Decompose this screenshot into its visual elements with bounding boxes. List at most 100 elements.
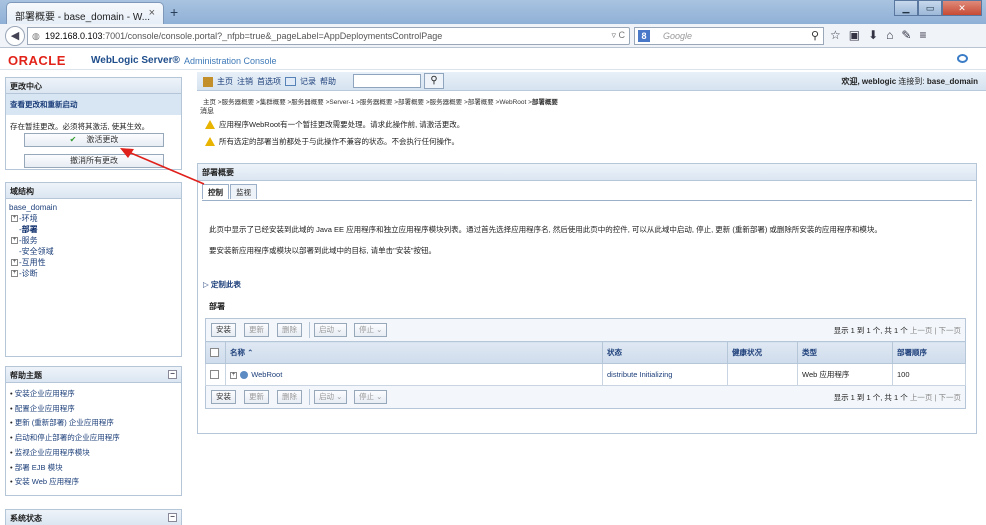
url-path: :7001/console/console.portal?_nfpb=true&… bbox=[102, 31, 443, 41]
tree-node-label[interactable]: 服务 bbox=[22, 236, 38, 245]
help-topic-link[interactable]: 配置企业应用程序 bbox=[10, 402, 177, 417]
row-state[interactable]: distribute Initializing bbox=[602, 363, 728, 386]
tab-monitoring[interactable]: 监视 bbox=[230, 184, 257, 199]
pager-separator: | bbox=[934, 326, 937, 335]
select-all-checkbox[interactable] bbox=[210, 348, 219, 358]
url-bar[interactable]: ◍ 192.168.0.103:7001/console/console.por… bbox=[27, 27, 630, 45]
col-order[interactable]: 部署顺序 bbox=[892, 341, 966, 364]
tree-node[interactable]: + -互用性 bbox=[9, 257, 178, 268]
console-subtitle: Administration Console bbox=[184, 56, 277, 66]
col-state[interactable]: 状态 bbox=[602, 341, 728, 364]
prev-page-link[interactable]: 上一页 bbox=[910, 393, 933, 402]
tree-expand-icon[interactable]: + bbox=[11, 215, 18, 223]
google-icon[interactable]: 8 bbox=[638, 30, 650, 42]
tree-node-label[interactable]: 诊断 bbox=[22, 269, 38, 278]
row-checkbox[interactable] bbox=[210, 370, 219, 380]
browser-navbar: ◀ ◍ 192.168.0.103:7001/console/console.p… bbox=[0, 24, 986, 48]
tree-node[interactable]: + -环境 bbox=[9, 213, 178, 224]
collapse-icon[interactable]: − bbox=[168, 370, 177, 379]
tab-control[interactable]: 控制 bbox=[202, 184, 229, 199]
addon-icon[interactable]: ✎ bbox=[901, 28, 911, 42]
tree-node-label[interactable]: 环境 bbox=[22, 214, 38, 223]
downloads-icon[interactable]: ⬇ bbox=[868, 28, 878, 42]
tree-node[interactable]: + -服务 bbox=[9, 235, 178, 246]
tree-node[interactable]: -部署 bbox=[9, 224, 178, 235]
expand-icon[interactable]: + bbox=[230, 371, 237, 379]
help-topic-link[interactable]: 更新 (重新部署) 企业应用程序 bbox=[10, 416, 177, 431]
breadcrumb-path[interactable]: 主页 >服务器概要 >集群概要 >服务器概要 >Server-1 >服务器概要 … bbox=[203, 99, 532, 106]
col-type[interactable]: 类型 bbox=[797, 341, 893, 364]
tree-node-label[interactable]: 安全领域 bbox=[22, 247, 54, 256]
breadcrumb: 主页 >服务器概要 >集群概要 >服务器概要 >Server-1 >服务器概要 … bbox=[203, 96, 558, 106]
col-name[interactable]: 名称 ⌃ bbox=[225, 341, 603, 364]
system-status-header: 系统状态 − bbox=[6, 510, 181, 525]
maximize-button[interactable]: ▭ bbox=[918, 0, 942, 16]
search-placeholder: Google bbox=[663, 31, 693, 41]
prev-page-link[interactable]: 上一页 bbox=[910, 326, 933, 335]
tree-node[interactable]: -安全领域 bbox=[9, 246, 178, 257]
toolbar-separator bbox=[309, 322, 310, 338]
tree-node[interactable]: + -诊断 bbox=[9, 268, 178, 279]
window-close-button[interactable]: ✕ bbox=[942, 0, 982, 16]
tab-close-icon[interactable]: × bbox=[149, 7, 155, 19]
help-topic-link[interactable]: 启动和停止部署的企业应用程序 bbox=[10, 431, 177, 446]
tree-node-label[interactable]: 互用性 bbox=[22, 258, 46, 267]
help-topic-link[interactable]: 安装企业应用程序 bbox=[10, 387, 177, 402]
minimize-button[interactable]: ▁ bbox=[894, 0, 918, 16]
record-link[interactable]: 记录 bbox=[300, 76, 316, 87]
bookmark-star-icon[interactable]: ☆ bbox=[830, 28, 841, 42]
stop-dropdown-button[interactable]: 停止 ⌄ bbox=[354, 323, 388, 337]
browser-tab[interactable]: 部署概要 - base_domain - W... × bbox=[6, 2, 164, 24]
collapse-icon[interactable]: − bbox=[168, 513, 177, 522]
console-search-input[interactable] bbox=[353, 74, 421, 88]
start-dropdown-button[interactable]: 启动 ⌄ bbox=[314, 390, 348, 404]
new-tab-button[interactable]: + bbox=[170, 4, 178, 20]
table-toolbar-top: 安装 更新 删除 启动 ⌄ 停止 ⌄ 显示 1 到 1 个, 共 1 个 上一页… bbox=[205, 318, 966, 341]
tree-root[interactable]: base_domain bbox=[9, 202, 178, 213]
table-header-row: 名称 ⌃ 状态 健康状况 类型 部署顺序 bbox=[205, 341, 966, 364]
back-button[interactable]: ◀ bbox=[5, 26, 25, 46]
help-topic-link[interactable]: 部署 EJB 模块 bbox=[10, 461, 177, 476]
tree-node-label[interactable]: 部署 bbox=[22, 225, 38, 234]
browser-search-input[interactable]: 8 Google ⚲ bbox=[634, 27, 824, 45]
install-hint: 要安装新应用程序或模块以部署到此域中的目标, 请单击"安装"按钮。 bbox=[209, 246, 436, 255]
home-link[interactable]: 主页 bbox=[217, 76, 233, 87]
stop-dropdown-button[interactable]: 停止 ⌄ bbox=[354, 390, 388, 404]
update-button[interactable]: 更新 bbox=[244, 323, 269, 337]
tree-expand-icon[interactable]: + bbox=[11, 259, 18, 267]
install-button[interactable]: 安装 bbox=[211, 323, 236, 337]
next-page-link[interactable]: 下一页 bbox=[939, 326, 962, 335]
install-button[interactable]: 安装 bbox=[211, 390, 236, 404]
menu-icon[interactable]: ≡ bbox=[919, 28, 926, 42]
app-name-link[interactable]: WebRoot bbox=[251, 370, 282, 379]
col-health[interactable]: 健康状况 bbox=[727, 341, 798, 364]
url-host: 192.168.0.103 bbox=[45, 31, 103, 41]
preferences-link[interactable]: 首选项 bbox=[257, 76, 281, 87]
start-dropdown-button[interactable]: 启动 ⌄ bbox=[314, 323, 348, 337]
help-topic-link[interactable]: 安装 Web 应用程序 bbox=[10, 475, 177, 490]
url-dropdown-reload[interactable]: ▿ C bbox=[611, 30, 625, 41]
logout-link[interactable]: 注销 bbox=[237, 76, 253, 87]
tab-title: 部署概要 - base_domain - W... bbox=[15, 12, 151, 23]
help-link[interactable]: 帮助 bbox=[320, 76, 336, 87]
select-all-cell bbox=[205, 341, 226, 364]
console-search-button[interactable]: ⚲ bbox=[424, 73, 444, 89]
view-changes-link[interactable]: 查看更改和重新启动 bbox=[6, 94, 181, 115]
search-icon[interactable]: ⚲ bbox=[811, 29, 819, 42]
customize-table-link[interactable]: ▷ 定制此表 bbox=[203, 279, 241, 290]
next-page-link[interactable]: 下一页 bbox=[939, 393, 962, 402]
bookmarks-icon[interactable]: ▣ bbox=[849, 28, 860, 42]
delete-button[interactable]: 删除 bbox=[277, 390, 302, 404]
oracle-logo: ORACLE bbox=[8, 53, 66, 68]
home-icon[interactable]: ⌂ bbox=[886, 28, 893, 42]
tree-expand-icon[interactable]: + bbox=[11, 270, 18, 278]
help-topic-link[interactable]: 监视企业应用程序模块 bbox=[10, 446, 177, 461]
message-warning: 所有选定的部署当前都处于与此操作不兼容的状态。不会执行任何操作。 bbox=[197, 133, 977, 150]
update-button[interactable]: 更新 bbox=[244, 390, 269, 404]
message-warning: 应用程序WebRoot有一个暂挂更改需要处理。请求此操作前, 请激活更改。 bbox=[197, 116, 977, 133]
table-toolbar-bottom: 安装 更新 删除 启动 ⌄ 停止 ⌄ 显示 1 到 1 个, 共 1 个 上一页… bbox=[205, 386, 966, 409]
activate-changes-button[interactable]: ✔ 激活更改 bbox=[24, 133, 164, 147]
tree-expand-icon[interactable]: + bbox=[11, 237, 18, 245]
delete-button[interactable]: 删除 bbox=[277, 323, 302, 337]
change-center-title: 更改中心 bbox=[6, 78, 181, 94]
